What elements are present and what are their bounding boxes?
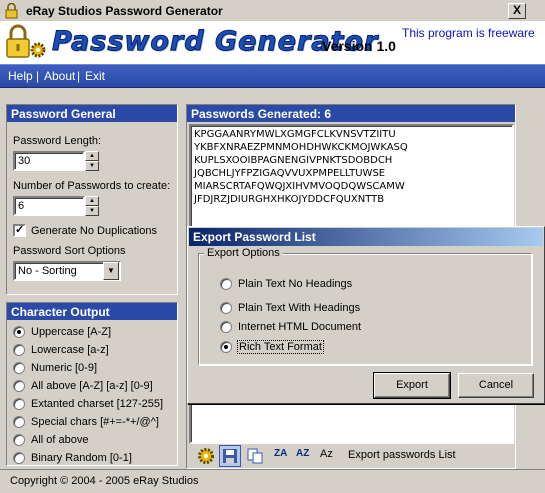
export-options-label: Export Options: [204, 247, 283, 259]
bottom-toolbar: ZA AZ Az Export passwords List: [188, 444, 514, 468]
password-line[interactable]: YKBFXNRAEZPMNMOHDHWKCKMOJWKASQ: [194, 141, 509, 154]
radio-button[interactable]: [13, 362, 25, 374]
password-line[interactable]: KUPLSXOOIBPAGNENGIVPNKTSDOBDCH: [194, 154, 509, 167]
radio-button[interactable]: [13, 416, 25, 428]
save-button[interactable]: [219, 445, 241, 467]
password-line[interactable]: JFDJRZJDIURGHXHKOJYDDCFQUXNTTB: [194, 193, 509, 206]
copyright-text: Copyright © 2004 - 2005 eRay Studios: [10, 475, 199, 487]
radio-button[interactable]: [13, 344, 25, 356]
window-title: eRay Studios Password Generator: [26, 4, 223, 18]
sort-az-icon[interactable]: AZ: [296, 448, 309, 459]
password-general-panel: Password General Password Length: 30 ▲ ▼…: [6, 104, 178, 295]
case-icon[interactable]: Az: [320, 448, 333, 460]
spin-down-button[interactable]: ▼: [85, 161, 99, 171]
status-bar: Copyright © 2004 - 2005 eRay Studios: [0, 469, 545, 493]
spin-up-button[interactable]: ▲: [85, 151, 99, 161]
radio-button[interactable]: [13, 380, 25, 392]
radio-button[interactable]: [13, 452, 25, 464]
passwords-heading: Passwords Generated: 6: [187, 105, 515, 122]
app-header: Password Generator Version 1.0 This prog…: [0, 22, 545, 64]
version-label: Version 1.0: [322, 38, 396, 54]
padlock-icon: [6, 24, 30, 58]
panel-heading: Password General: [7, 105, 177, 122]
sort-options-label: Password Sort Options: [13, 245, 126, 257]
password-length-input[interactable]: 30: [13, 151, 85, 171]
dialog-title: Export Password List: [189, 228, 543, 246]
password-line[interactable]: JQBCHLJYFPZIGAQVVUXPMPELLTUWSE: [194, 167, 509, 180]
radio-button[interactable]: [13, 434, 25, 446]
radio-button[interactable]: [220, 302, 232, 314]
radio-button[interactable]: [220, 278, 232, 290]
radio-button[interactable]: [13, 326, 25, 338]
export-list-button[interactable]: Export passwords List: [348, 449, 456, 461]
chevron-down-icon[interactable]: ▼: [103, 262, 119, 280]
gear-icon: [30, 42, 46, 58]
radio-button[interactable]: [220, 341, 232, 353]
sort-za-icon[interactable]: ZA: [274, 448, 287, 459]
spin-up-button[interactable]: ▲: [85, 196, 99, 206]
password-count-label: Number of Passwords to create:: [13, 180, 171, 192]
spin-down-button[interactable]: ▼: [85, 206, 99, 216]
freeware-note: This program is freeware: [402, 26, 535, 40]
close-button[interactable]: X: [508, 3, 526, 19]
radio-button[interactable]: [13, 398, 25, 410]
menu-separator: |: [77, 69, 81, 83]
no-duplications-checkbox[interactable]: ✓: [13, 224, 26, 237]
radio-button[interactable]: [220, 321, 232, 333]
password-line[interactable]: KPGGAANRYMWLXGMGFCLKVNSVTZIITU: [194, 128, 509, 141]
panel-heading: Character Output: [7, 303, 177, 320]
cancel-button[interactable]: Cancel: [458, 373, 534, 398]
menu-exit[interactable]: Exit: [85, 69, 105, 83]
password-count-input[interactable]: 6: [13, 196, 85, 216]
menu-help[interactable]: Help: [8, 69, 33, 83]
menu-bar: Help | About | Exit: [0, 64, 545, 88]
app-icon: [5, 3, 18, 19]
export-button[interactable]: Export: [373, 372, 451, 399]
copy-icon[interactable]: [246, 447, 264, 465]
no-duplications-label: Generate No Duplications: [31, 225, 157, 237]
export-dialog: Export Password List Export Options Plai…: [187, 226, 545, 404]
menu-separator: |: [36, 69, 40, 83]
menu-about[interactable]: About: [44, 69, 75, 83]
save-icon: [223, 449, 237, 463]
gear-icon[interactable]: [197, 447, 215, 465]
title-bar: eRay Studios Password Generator X: [0, 0, 545, 22]
password-line[interactable]: MIARSCRTAFQWQJXIHVMVOQDQWSCAMW: [194, 180, 509, 193]
character-output-panel: Character Output Uppercase [A-Z] Lowerca…: [6, 302, 178, 466]
password-length-label: Password Length:: [13, 135, 102, 147]
